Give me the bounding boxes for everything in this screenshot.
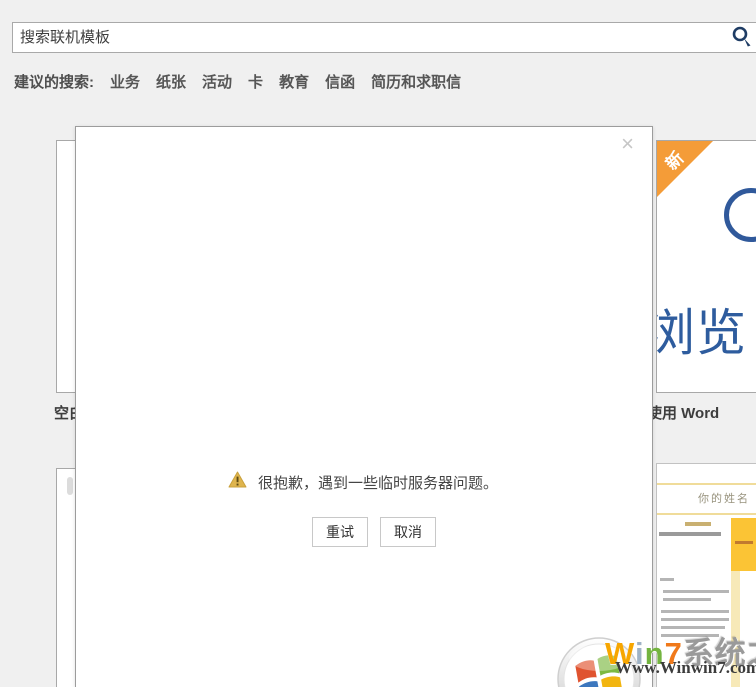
- error-message-text: 很抱歉，遇到一些临时服务器问题。: [258, 474, 499, 492]
- retry-button[interactable]: 重试: [312, 517, 368, 547]
- search-bar: [12, 22, 756, 53]
- suggested-link-resume[interactable]: 简历和求职信: [371, 71, 461, 92]
- error-message-row: 很抱歉，遇到一些临时服务器问题。: [228, 471, 498, 493]
- resume-divider-top: [657, 483, 756, 485]
- word-template-start-screen: 建议的搜索: 业务 纸张 活动 卡 教育 信函 简历和求职信 空白文档 新 浏览…: [0, 0, 756, 687]
- text-line-placeholder: [735, 541, 753, 544]
- warning-icon: [228, 471, 247, 493]
- search-input[interactable]: [12, 22, 756, 53]
- text-line-placeholder: [661, 610, 729, 613]
- text-line-placeholder: [661, 626, 725, 629]
- text-line-placeholder: [685, 522, 711, 526]
- tour-circle-icon: [724, 188, 756, 242]
- dialog-buttons: 重试 取消: [312, 517, 436, 547]
- error-dialog: × 很抱歉，遇到一些临时服务器问题。 重试 取消: [75, 126, 653, 687]
- thumbnail-placeholder-mark: [67, 477, 73, 495]
- search-icon: [730, 26, 754, 52]
- text-line-placeholder: [661, 634, 719, 637]
- search-button[interactable]: [729, 25, 755, 50]
- resume-divider-mid: [657, 513, 756, 515]
- cancel-button[interactable]: 取消: [380, 517, 436, 547]
- suggested-link-event[interactable]: 活动: [202, 71, 232, 92]
- suggested-link-business[interactable]: 业务: [110, 71, 140, 92]
- suggested-link-paper[interactable]: 纸张: [156, 71, 186, 92]
- suggested-link-letter[interactable]: 信函: [325, 71, 355, 92]
- text-line-placeholder: [660, 578, 674, 581]
- welcome-preview-text: 浏览: [657, 305, 747, 361]
- text-line-placeholder: [659, 532, 721, 536]
- close-icon[interactable]: ×: [621, 133, 634, 155]
- resume-gold-block: [731, 518, 756, 571]
- suggested-link-card[interactable]: 卡: [248, 71, 263, 92]
- resume-side-strip: [731, 571, 740, 687]
- resume-name-text: 你的姓名: [698, 493, 750, 505]
- suggested-searches-label: 建议的搜索:: [14, 74, 94, 91]
- template-card-welcome-word[interactable]: 新 浏览: [656, 140, 756, 393]
- text-line-placeholder: [663, 598, 711, 601]
- text-line-placeholder: [663, 590, 729, 593]
- suggested-searches: 建议的搜索: 业务 纸张 活动 卡 教育 信函 简历和求职信: [14, 71, 461, 92]
- template-card-resume[interactable]: 你的姓名: [656, 463, 756, 687]
- suggested-link-education[interactable]: 教育: [279, 71, 309, 92]
- text-line-placeholder: [661, 618, 729, 621]
